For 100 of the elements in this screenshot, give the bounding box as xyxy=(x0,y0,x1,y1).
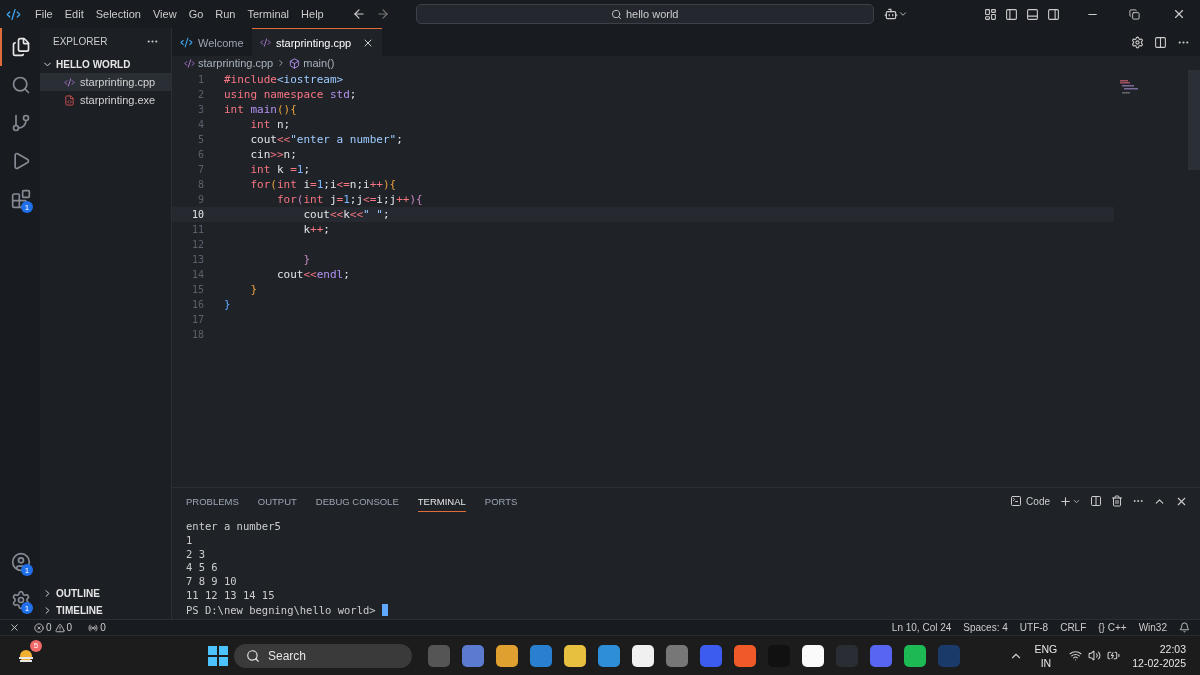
cube-icon xyxy=(289,57,301,69)
clock[interactable]: 22:03 12-02-2025 xyxy=(1132,641,1186,670)
explorer-file[interactable]: starprinting.exe xyxy=(40,91,171,109)
menu-item[interactable]: Terminal xyxy=(241,8,296,20)
code-line: } xyxy=(249,283,258,296)
code-line: int n; xyxy=(249,118,291,131)
split-editor-icon[interactable] xyxy=(1154,35,1167,49)
terminal-line: enter a number5 xyxy=(186,520,282,534)
status-item[interactable]: Win32 xyxy=(1138,622,1167,633)
notification-badge: 1 xyxy=(21,564,33,576)
code-line: cout<<"enter a number"; xyxy=(249,133,403,146)
panel-tab[interactable]: DEBUG CONSOLE xyxy=(315,490,399,512)
extensions-icon[interactable] xyxy=(11,189,31,209)
editor-tab[interactable]: starprinting.cpp xyxy=(252,28,383,56)
battery-icon[interactable] xyxy=(1107,649,1121,662)
back-arrow-icon[interactable] xyxy=(351,7,366,21)
remote-icon[interactable] xyxy=(9,622,20,633)
command-center-field[interactable]: hello world xyxy=(415,4,874,24)
split-icon[interactable] xyxy=(1090,495,1102,507)
code-line: for(int i=1;i<=n;i++){ xyxy=(249,178,397,191)
app-icon[interactable] xyxy=(802,644,824,667)
panel-tab[interactable]: PORTS xyxy=(484,490,518,512)
section-header[interactable]: OUTLINE xyxy=(40,585,171,602)
line-number: 10 xyxy=(190,209,204,220)
trash-icon[interactable] xyxy=(1111,495,1123,507)
code-line: int k =1; xyxy=(249,163,311,176)
breadcrumb-item[interactable]: main() xyxy=(303,57,335,69)
terminal-line: 1 xyxy=(186,533,194,548)
restore-icon[interactable] xyxy=(1129,8,1140,20)
status-item[interactable]: Ln 10, Col 24 xyxy=(891,622,952,633)
code-line: cout<<k<<" "; xyxy=(302,208,390,221)
taskbar-search-field[interactable]: Search xyxy=(234,643,412,668)
section-header[interactable]: TIMELINE xyxy=(40,602,171,619)
code-line: } xyxy=(224,298,231,311)
cursor xyxy=(381,603,388,616)
code-line: } xyxy=(302,253,311,266)
status-item[interactable]: Spaces: 4 xyxy=(963,622,1008,633)
menu-item[interactable]: Run xyxy=(209,8,242,20)
panel-tab[interactable]: PROBLEMS xyxy=(186,490,239,512)
folder-header[interactable]: HELLO WORLD xyxy=(40,55,171,73)
panel-tab[interactable]: TERMINAL xyxy=(417,490,466,512)
start-icon[interactable] xyxy=(208,645,228,666)
line-number: 3 xyxy=(196,104,204,115)
status-item[interactable]: CRLF xyxy=(1060,622,1087,633)
terminal-line: 4 5 6 xyxy=(186,561,219,576)
explorer-file[interactable]: starprinting.cpp xyxy=(40,73,171,91)
line-number: 14 xyxy=(190,269,204,280)
status-item[interactable]: {} C++ xyxy=(1098,622,1127,633)
bell-icon[interactable] xyxy=(1179,622,1190,633)
line-number: 4 xyxy=(196,119,204,130)
panel-toggle-icon[interactable] xyxy=(1026,7,1039,21)
panel-tab[interactable]: OUTPUT xyxy=(257,490,297,512)
terminal-selector[interactable]: Code xyxy=(1010,495,1050,507)
line-number: 6 xyxy=(196,149,204,160)
code-line: cin>>n; xyxy=(249,148,297,161)
run-debug-icon[interactable] xyxy=(11,151,31,171)
code-line: cout<<endl; xyxy=(275,268,350,281)
close-icon[interactable] xyxy=(1172,7,1186,21)
copilot-icon[interactable] xyxy=(883,7,908,21)
warning-icon[interactable] xyxy=(54,622,65,633)
menu-item[interactable]: Help xyxy=(295,8,330,20)
breadcrumb-item[interactable]: starprinting.cpp xyxy=(198,57,274,69)
menu-item[interactable]: View xyxy=(146,8,183,20)
settings-icon[interactable] xyxy=(1131,35,1144,49)
code-line: k++; xyxy=(302,223,330,236)
language-indicator[interactable]: ENG IN xyxy=(1034,641,1058,670)
menu-item[interactable]: Edit xyxy=(58,8,90,20)
sidebar-title: EXPLORER xyxy=(53,36,108,47)
account-icon[interactable] xyxy=(11,552,31,572)
error-icon[interactable] xyxy=(34,622,44,633)
cpp-file-icon xyxy=(260,37,271,48)
notification-badge: 1 xyxy=(21,602,33,614)
search-icon xyxy=(610,8,622,20)
volume-icon[interactable] xyxy=(1088,649,1102,662)
code-line: for(int j=1;j<=i;j++){ xyxy=(275,193,423,206)
wifi-icon[interactable] xyxy=(1069,649,1083,662)
search-placeholder: Search xyxy=(268,648,307,663)
layout-icon[interactable] xyxy=(984,7,997,21)
line-number: 17 xyxy=(190,314,204,325)
warning-count[interactable]: 0 xyxy=(66,622,73,633)
antenna-icon[interactable] xyxy=(88,622,99,633)
secondary-sidebar-icon[interactable] xyxy=(1047,7,1060,21)
sidebar-toggle-icon[interactable] xyxy=(1005,7,1018,21)
line-number: 18 xyxy=(190,329,204,340)
port-count[interactable]: 0 xyxy=(100,622,106,633)
search-icon[interactable] xyxy=(11,75,31,95)
section-title: TIMELINE xyxy=(56,605,103,616)
plus-icon[interactable] xyxy=(1059,494,1081,508)
source-control-icon[interactable] xyxy=(11,113,31,133)
menu-item[interactable]: Go xyxy=(182,8,210,20)
status-item[interactable]: UTF-8 xyxy=(1019,622,1049,633)
menu-item[interactable]: Selection xyxy=(89,8,147,20)
settings-icon[interactable] xyxy=(11,590,31,610)
forward-arrow-icon[interactable] xyxy=(375,7,390,21)
section-title: OUTLINE xyxy=(56,588,100,599)
files-icon[interactable] xyxy=(11,37,31,57)
line-number: 8 xyxy=(196,179,204,190)
menu-item[interactable]: File xyxy=(29,8,59,20)
file-icon xyxy=(64,94,75,106)
error-count[interactable]: 0 xyxy=(46,622,52,633)
